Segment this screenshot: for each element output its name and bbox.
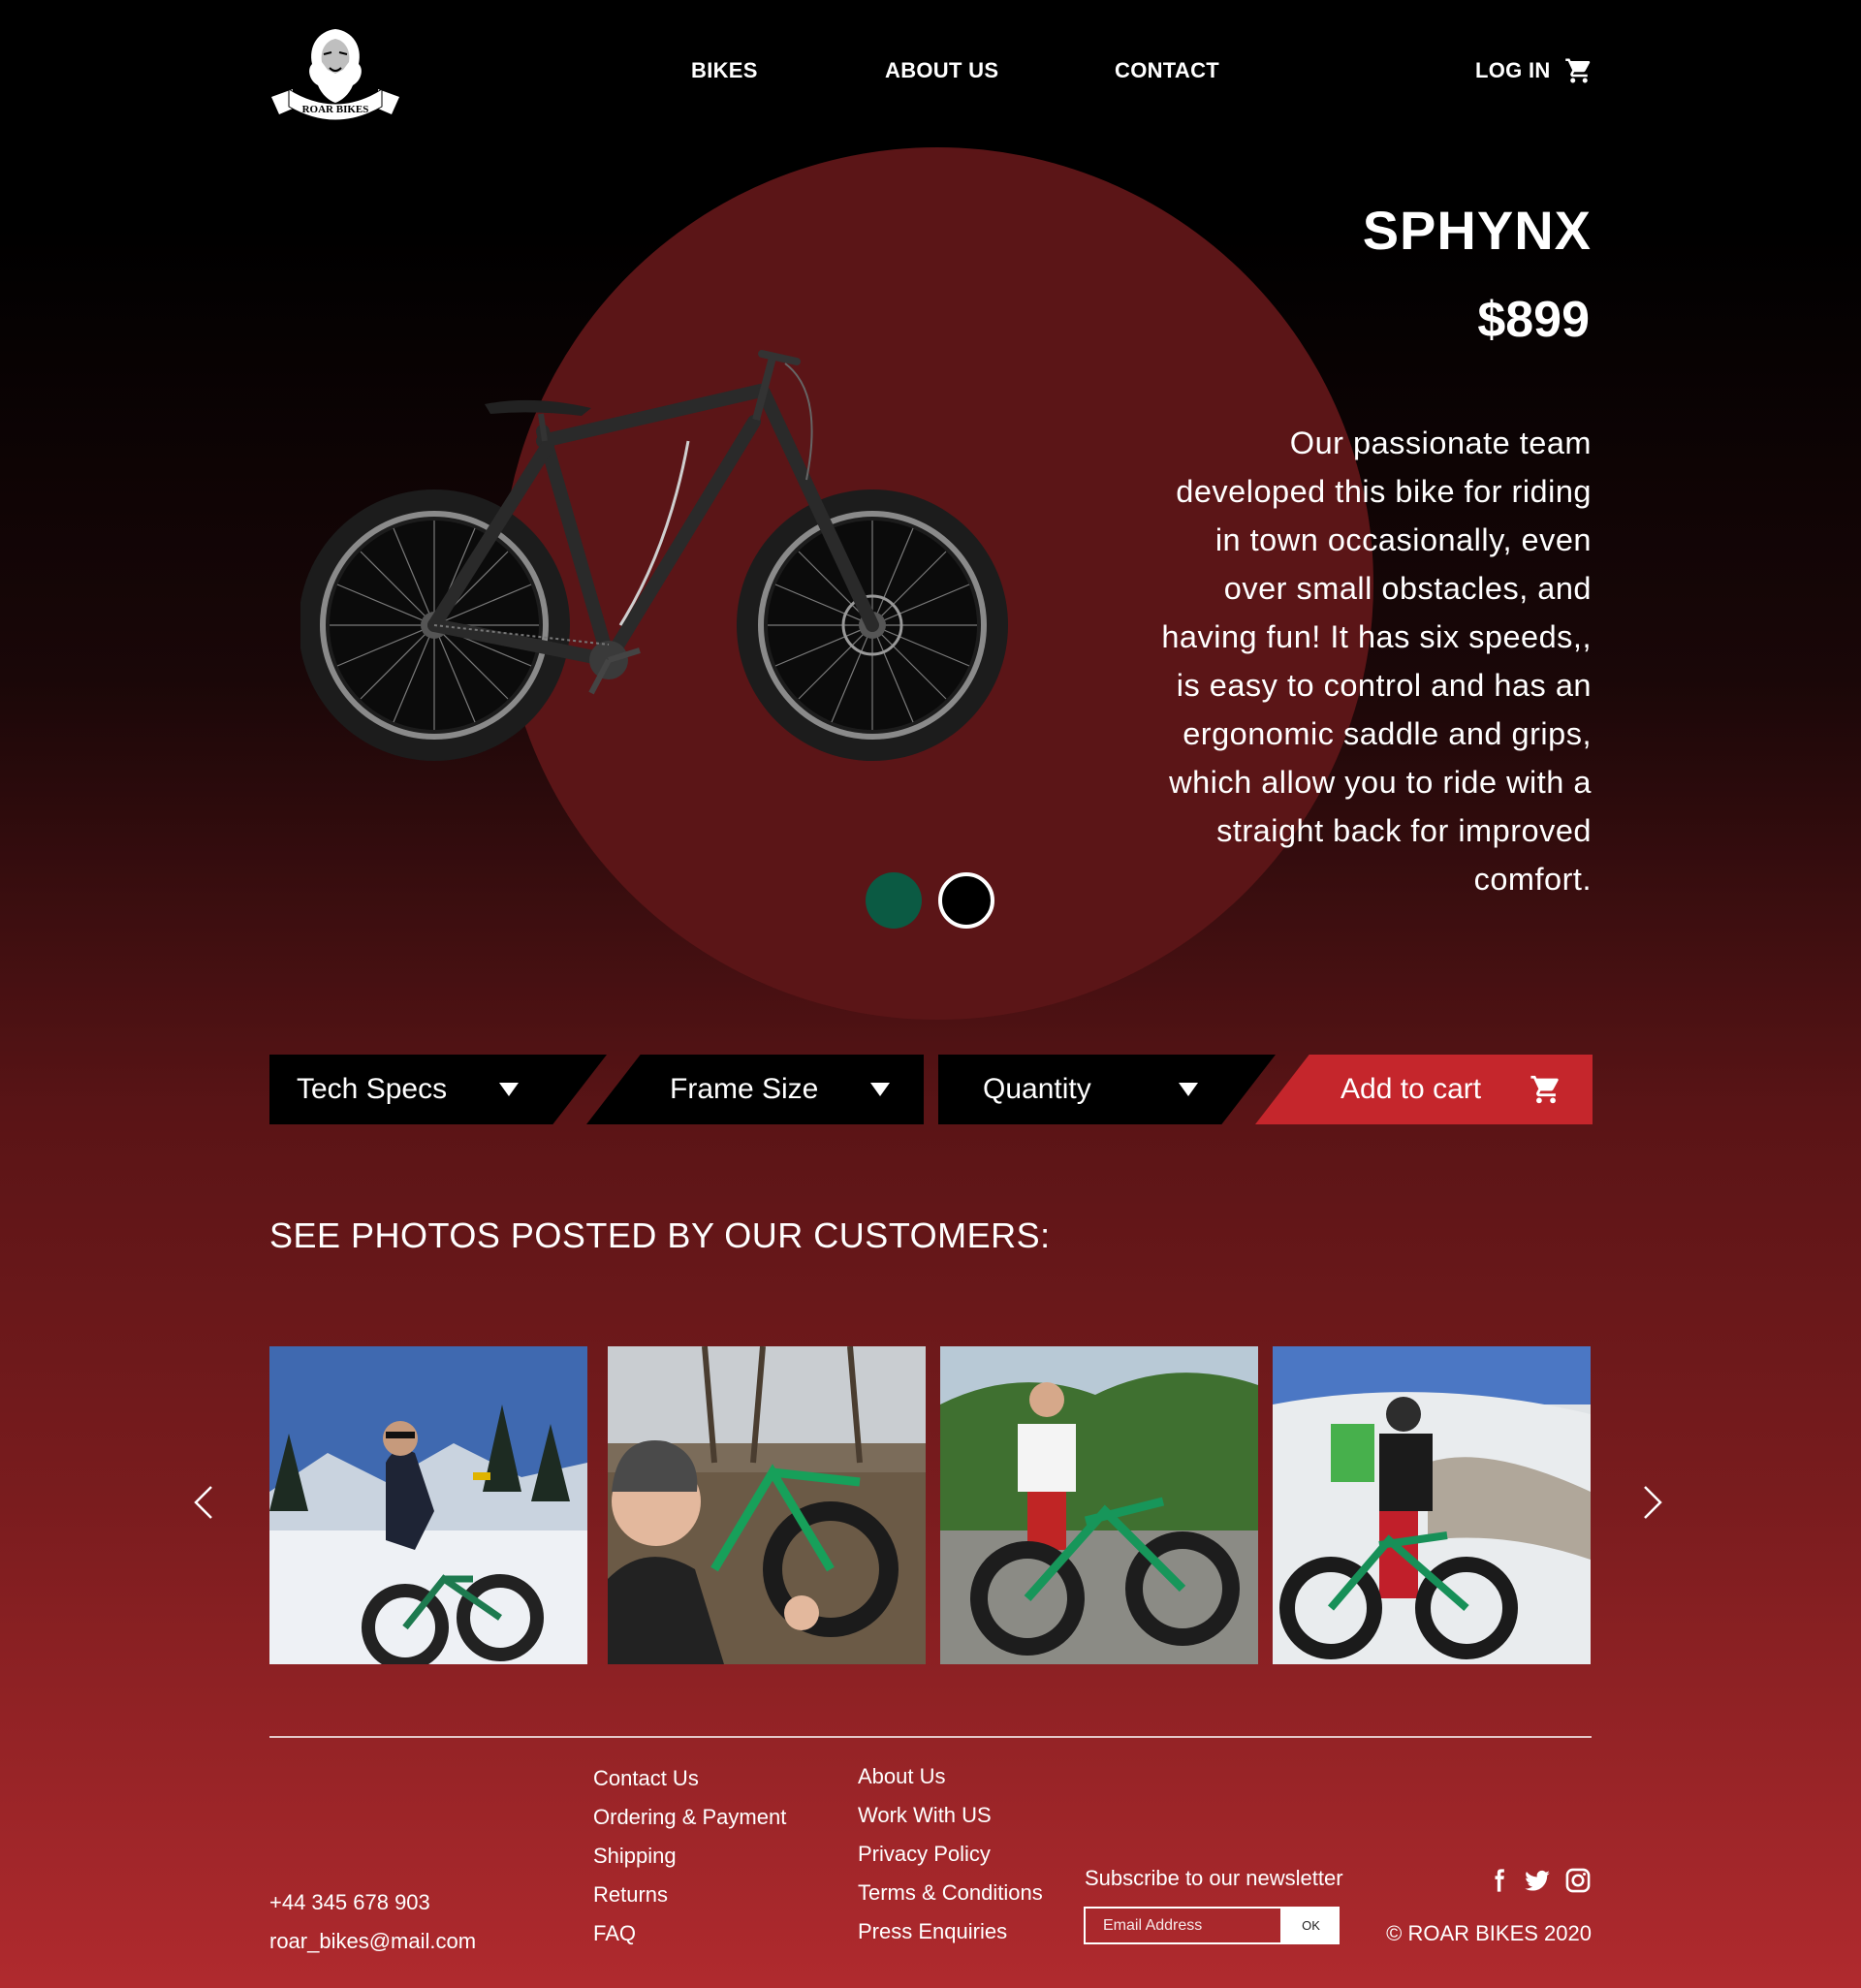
- product-description: Our passionate team developed this bike …: [1161, 426, 1592, 897]
- nav-about-us[interactable]: ABOUT US: [885, 58, 998, 83]
- product-name: SPHYNX: [1362, 200, 1592, 261]
- footer-link-press-enquiries[interactable]: Press Enquiries: [858, 1919, 1007, 1944]
- footer-phone: +44 345 678 903: [269, 1890, 430, 1914]
- footer-link-terms-conditions[interactable]: Terms & Conditions: [858, 1880, 1043, 1906]
- nav-contact[interactable]: CONTACT: [1115, 58, 1219, 83]
- footer-link-about-us[interactable]: About Us: [858, 1764, 946, 1789]
- quantity-label: Quantity: [983, 1073, 1091, 1105]
- frame-size-label: Frame Size: [670, 1073, 819, 1105]
- footer-link-ordering-payment[interactable]: Ordering & Payment: [593, 1805, 786, 1830]
- cart-icon[interactable]: [1564, 56, 1593, 85]
- footer-link-contact-us[interactable]: Contact Us: [593, 1766, 699, 1791]
- standing-with-bike-photo[interactable]: [940, 1346, 1258, 1664]
- add-to-cart-button[interactable]: Add to cart: [1255, 1055, 1593, 1124]
- roar-bikes-logo[interactable]: ROAR BIKES: [268, 25, 403, 126]
- footer-link-work-with-us[interactable]: Work With US: [858, 1803, 992, 1828]
- cart-icon: [1530, 1073, 1562, 1106]
- chevron-down-icon: [499, 1083, 520, 1096]
- facebook-icon[interactable]: [1485, 1867, 1512, 1894]
- svg-text:ROAR BIKES: ROAR BIKES: [302, 104, 369, 115]
- nav-login[interactable]: LOG IN: [1475, 58, 1551, 83]
- product-price: $899: [1477, 292, 1590, 348]
- twitter-icon[interactable]: [1524, 1867, 1551, 1894]
- footer-email[interactable]: roar_bikes@mail.com: [269, 1929, 476, 1954]
- nav-bikes[interactable]: BIKES: [691, 58, 758, 83]
- quantity-dropdown[interactable]: Quantity: [938, 1055, 1276, 1124]
- snow-rider-photo[interactable]: [269, 1346, 587, 1664]
- add-to-cart-label: Add to cart: [1341, 1073, 1482, 1105]
- footer-divider: [269, 1736, 1592, 1738]
- footer-link-faq[interactable]: FAQ: [593, 1921, 636, 1946]
- copyright-text: © ROAR BIKES 2020: [1386, 1921, 1592, 1945]
- newsletter-ok-button[interactable]: OK: [1282, 1907, 1340, 1944]
- footer-link-returns[interactable]: Returns: [593, 1882, 668, 1908]
- color-swatch-black[interactable]: [938, 872, 994, 929]
- newsletter-email-input[interactable]: [1084, 1907, 1282, 1944]
- chevron-down-icon: [1178, 1083, 1198, 1096]
- hiker-with-bike-photo[interactable]: [1273, 1346, 1591, 1664]
- selfie-with-bike-photo[interactable]: [608, 1346, 926, 1664]
- frame-size-dropdown[interactable]: Frame Size: [586, 1055, 924, 1124]
- footer-link-shipping[interactable]: Shipping: [593, 1844, 677, 1869]
- instagram-icon[interactable]: [1564, 1867, 1592, 1894]
- bike-image: [299, 334, 1023, 780]
- newsletter-label: Subscribe to our newsletter: [1085, 1866, 1343, 1890]
- chevron-down-icon: [870, 1083, 891, 1096]
- chevron-right-icon[interactable]: [1637, 1483, 1666, 1522]
- chevron-left-icon[interactable]: [190, 1483, 219, 1522]
- tech-specs-label: Tech Specs: [297, 1073, 448, 1105]
- color-swatch-green[interactable]: [866, 872, 922, 929]
- tech-specs-dropdown[interactable]: Tech Specs: [269, 1055, 607, 1124]
- footer-link-privacy-policy[interactable]: Privacy Policy: [858, 1842, 991, 1867]
- customer-photos-title: SEE PHOTOS POSTED BY OUR CUSTOMERS:: [269, 1215, 1051, 1255]
